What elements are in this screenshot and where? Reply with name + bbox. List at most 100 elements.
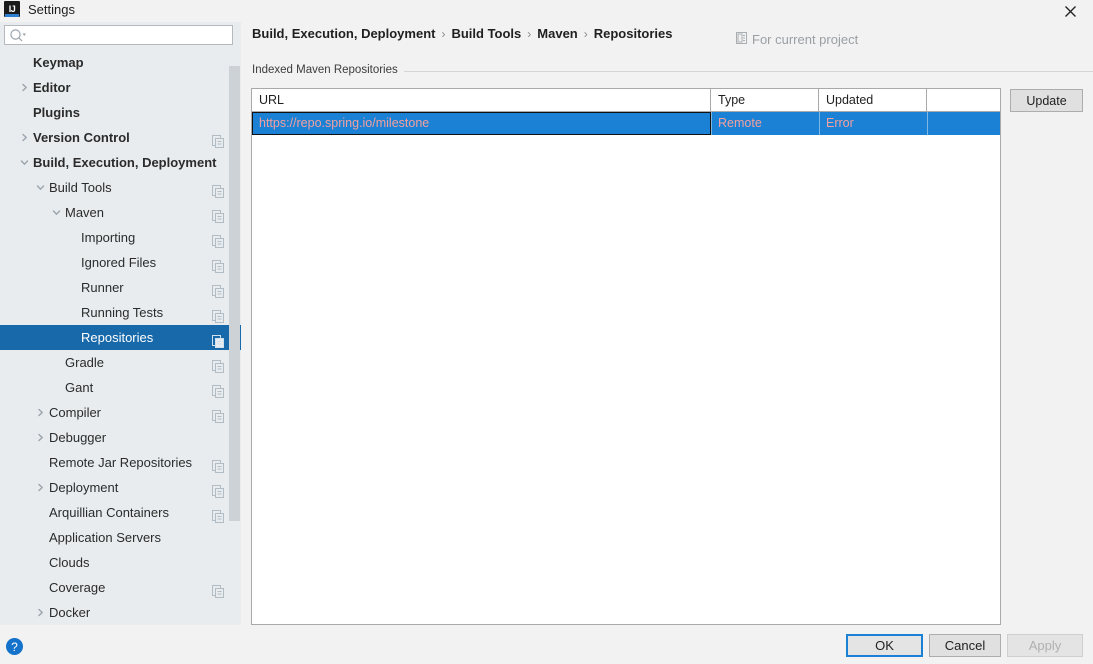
sidebar-item-coverage[interactable]: Coverage xyxy=(0,575,241,600)
sidebar-item-label: Importing xyxy=(81,230,136,245)
sidebar-item-label: Deployment xyxy=(49,480,119,495)
sidebar-item-label: Maven xyxy=(65,205,105,220)
copy-settings-icon[interactable] xyxy=(212,206,225,223)
copy-settings-icon[interactable] xyxy=(212,406,225,423)
apply-button: Apply xyxy=(1007,634,1083,657)
sidebar-item-label: Build, Execution, Deployment xyxy=(33,155,217,170)
group-title: Indexed Maven Repositories xyxy=(252,64,404,76)
chevron-right-icon[interactable] xyxy=(33,475,47,500)
sidebar-item-build-execution-deployment[interactable]: Build, Execution, Deployment xyxy=(0,150,241,175)
chevron-right-icon[interactable] xyxy=(17,75,31,100)
copy-settings-icon[interactable] xyxy=(212,381,225,398)
copy-settings-icon[interactable] xyxy=(212,131,225,148)
sidebar-item-label: Plugins xyxy=(33,105,80,120)
sidebar-item-label: Gant xyxy=(65,380,94,395)
sidebar-item-label: Version Control xyxy=(33,130,130,145)
breadcrumb-item[interactable]: Build, Execution, Deployment xyxy=(252,26,435,41)
copy-settings-icon[interactable] xyxy=(212,306,225,323)
sidebar-item-label: Docker xyxy=(49,605,91,620)
table-column-header[interactable]: Type xyxy=(711,89,819,111)
breadcrumb-separator: › xyxy=(583,27,588,41)
sidebar-item-label: Coverage xyxy=(49,580,106,595)
sidebar-item-gant[interactable]: Gant xyxy=(0,375,241,400)
close-icon[interactable] xyxy=(1047,0,1093,22)
sidebar-item-docker[interactable]: Docker xyxy=(0,600,241,625)
sidebar-item-compiler[interactable]: Compiler xyxy=(0,400,241,425)
copy-settings-icon[interactable] xyxy=(212,331,225,348)
copy-settings-icon[interactable] xyxy=(212,481,225,498)
table-cell-url[interactable]: https://repo.spring.io/milestone xyxy=(252,112,711,135)
settings-main-panel: Build, Execution, Deployment › Build Tools… xyxy=(241,22,1093,625)
table-column-header[interactable] xyxy=(927,89,1000,111)
sidebar-item-plugins[interactable]: Plugins xyxy=(0,100,241,125)
sidebar-item-version-control[interactable]: Version Control xyxy=(0,125,241,150)
intellij-idea-icon: IJ xyxy=(4,1,20,17)
chevron-down-icon[interactable] xyxy=(33,175,47,200)
sidebar-item-label: Debugger xyxy=(49,430,107,445)
copy-settings-icon[interactable] xyxy=(212,281,225,298)
sidebar-item-label: Application Servers xyxy=(49,530,161,545)
sidebar-item-label: Build Tools xyxy=(49,180,112,195)
sidebar-item-repositories[interactable]: Repositories xyxy=(0,325,241,350)
sidebar-item-label: Runner xyxy=(81,280,124,295)
sidebar-item-label: Running Tests xyxy=(81,305,164,320)
sidebar-item-label: Gradle xyxy=(65,355,105,370)
breadcrumb-item[interactable]: Build Tools xyxy=(451,26,521,41)
copy-settings-icon[interactable] xyxy=(212,456,225,473)
table-cell-divider xyxy=(927,112,928,135)
sidebar-item-keymap[interactable]: Keymap xyxy=(0,50,241,75)
copy-settings-icon[interactable] xyxy=(212,506,225,523)
table-cell-type[interactable]: Remote xyxy=(711,112,819,135)
search-input[interactable] xyxy=(31,26,233,46)
chevron-down-icon[interactable] xyxy=(17,150,31,175)
chevron-down-icon[interactable] xyxy=(49,200,63,225)
search-box[interactable] xyxy=(4,25,233,46)
settings-tree: Keymap Editor Plugins Version Control Build,… xyxy=(0,50,241,625)
table-cell-divider xyxy=(819,112,820,135)
chevron-right-icon[interactable] xyxy=(17,125,31,150)
table-column-header[interactable]: Updated xyxy=(819,89,927,111)
copy-settings-icon[interactable] xyxy=(212,581,225,598)
chevron-right-icon[interactable] xyxy=(33,425,47,450)
sidebar-item-ignored-files[interactable]: Ignored Files xyxy=(0,250,241,275)
sidebar-item-runner[interactable]: Runner xyxy=(0,275,241,300)
help-icon[interactable]: ? xyxy=(6,638,23,655)
sidebar-item-application-servers[interactable]: Application Servers xyxy=(0,525,241,550)
sidebar-item-editor[interactable]: Editor xyxy=(0,75,241,100)
copy-settings-icon[interactable] xyxy=(212,356,225,373)
settings-sidebar: Keymap Editor Plugins Version Control Build,… xyxy=(0,22,241,625)
copy-settings-icon[interactable] xyxy=(212,256,225,273)
table-cell-extra[interactable] xyxy=(927,112,1000,135)
chevron-right-icon[interactable] xyxy=(33,600,47,625)
sidebar-item-label: Keymap xyxy=(33,55,84,70)
sidebar-item-label: Compiler xyxy=(49,405,102,420)
table-row[interactable]: https://repo.spring.io/milestone Remote Er… xyxy=(252,112,1000,135)
sidebar-item-arquillian-containers[interactable]: Arquillian Containers xyxy=(0,500,241,525)
sidebar-item-gradle[interactable]: Gradle xyxy=(0,350,241,375)
cancel-button[interactable]: Cancel xyxy=(929,634,1001,657)
chevron-right-icon[interactable] xyxy=(33,400,47,425)
sidebar-item-label: Repositories xyxy=(81,330,154,345)
copy-settings-icon[interactable] xyxy=(212,181,225,198)
repositories-table: URL Type Updated https://repo.spring.io/mi… xyxy=(251,88,1001,625)
sidebar-item-label: Remote Jar Repositories xyxy=(49,455,193,470)
sidebar-item-maven[interactable]: Maven xyxy=(0,200,241,225)
table-cell-updated[interactable]: Error xyxy=(819,112,927,135)
sidebar-item-deployment[interactable]: Deployment xyxy=(0,475,241,500)
sidebar-scrollbar-thumb[interactable] xyxy=(229,66,240,521)
sidebar-item-build-tools[interactable]: Build Tools xyxy=(0,175,241,200)
search-icon xyxy=(9,28,27,44)
sidebar-item-clouds[interactable]: Clouds xyxy=(0,550,241,575)
update-button[interactable]: Update xyxy=(1010,89,1083,112)
sidebar-item-importing[interactable]: Importing xyxy=(0,225,241,250)
ok-button[interactable]: OK xyxy=(846,634,923,657)
sidebar-item-remote-jar-repositories[interactable]: Remote Jar Repositories xyxy=(0,450,241,475)
copy-settings-icon[interactable] xyxy=(212,231,225,248)
sidebar-scrollbar[interactable] xyxy=(229,66,240,521)
breadcrumb-item[interactable]: Repositories xyxy=(594,26,673,41)
table-cell-divider xyxy=(711,112,712,135)
sidebar-item-running-tests[interactable]: Running Tests xyxy=(0,300,241,325)
sidebar-item-debugger[interactable]: Debugger xyxy=(0,425,241,450)
table-column-header[interactable]: URL xyxy=(252,89,711,111)
breadcrumb-item[interactable]: Maven xyxy=(537,26,577,41)
